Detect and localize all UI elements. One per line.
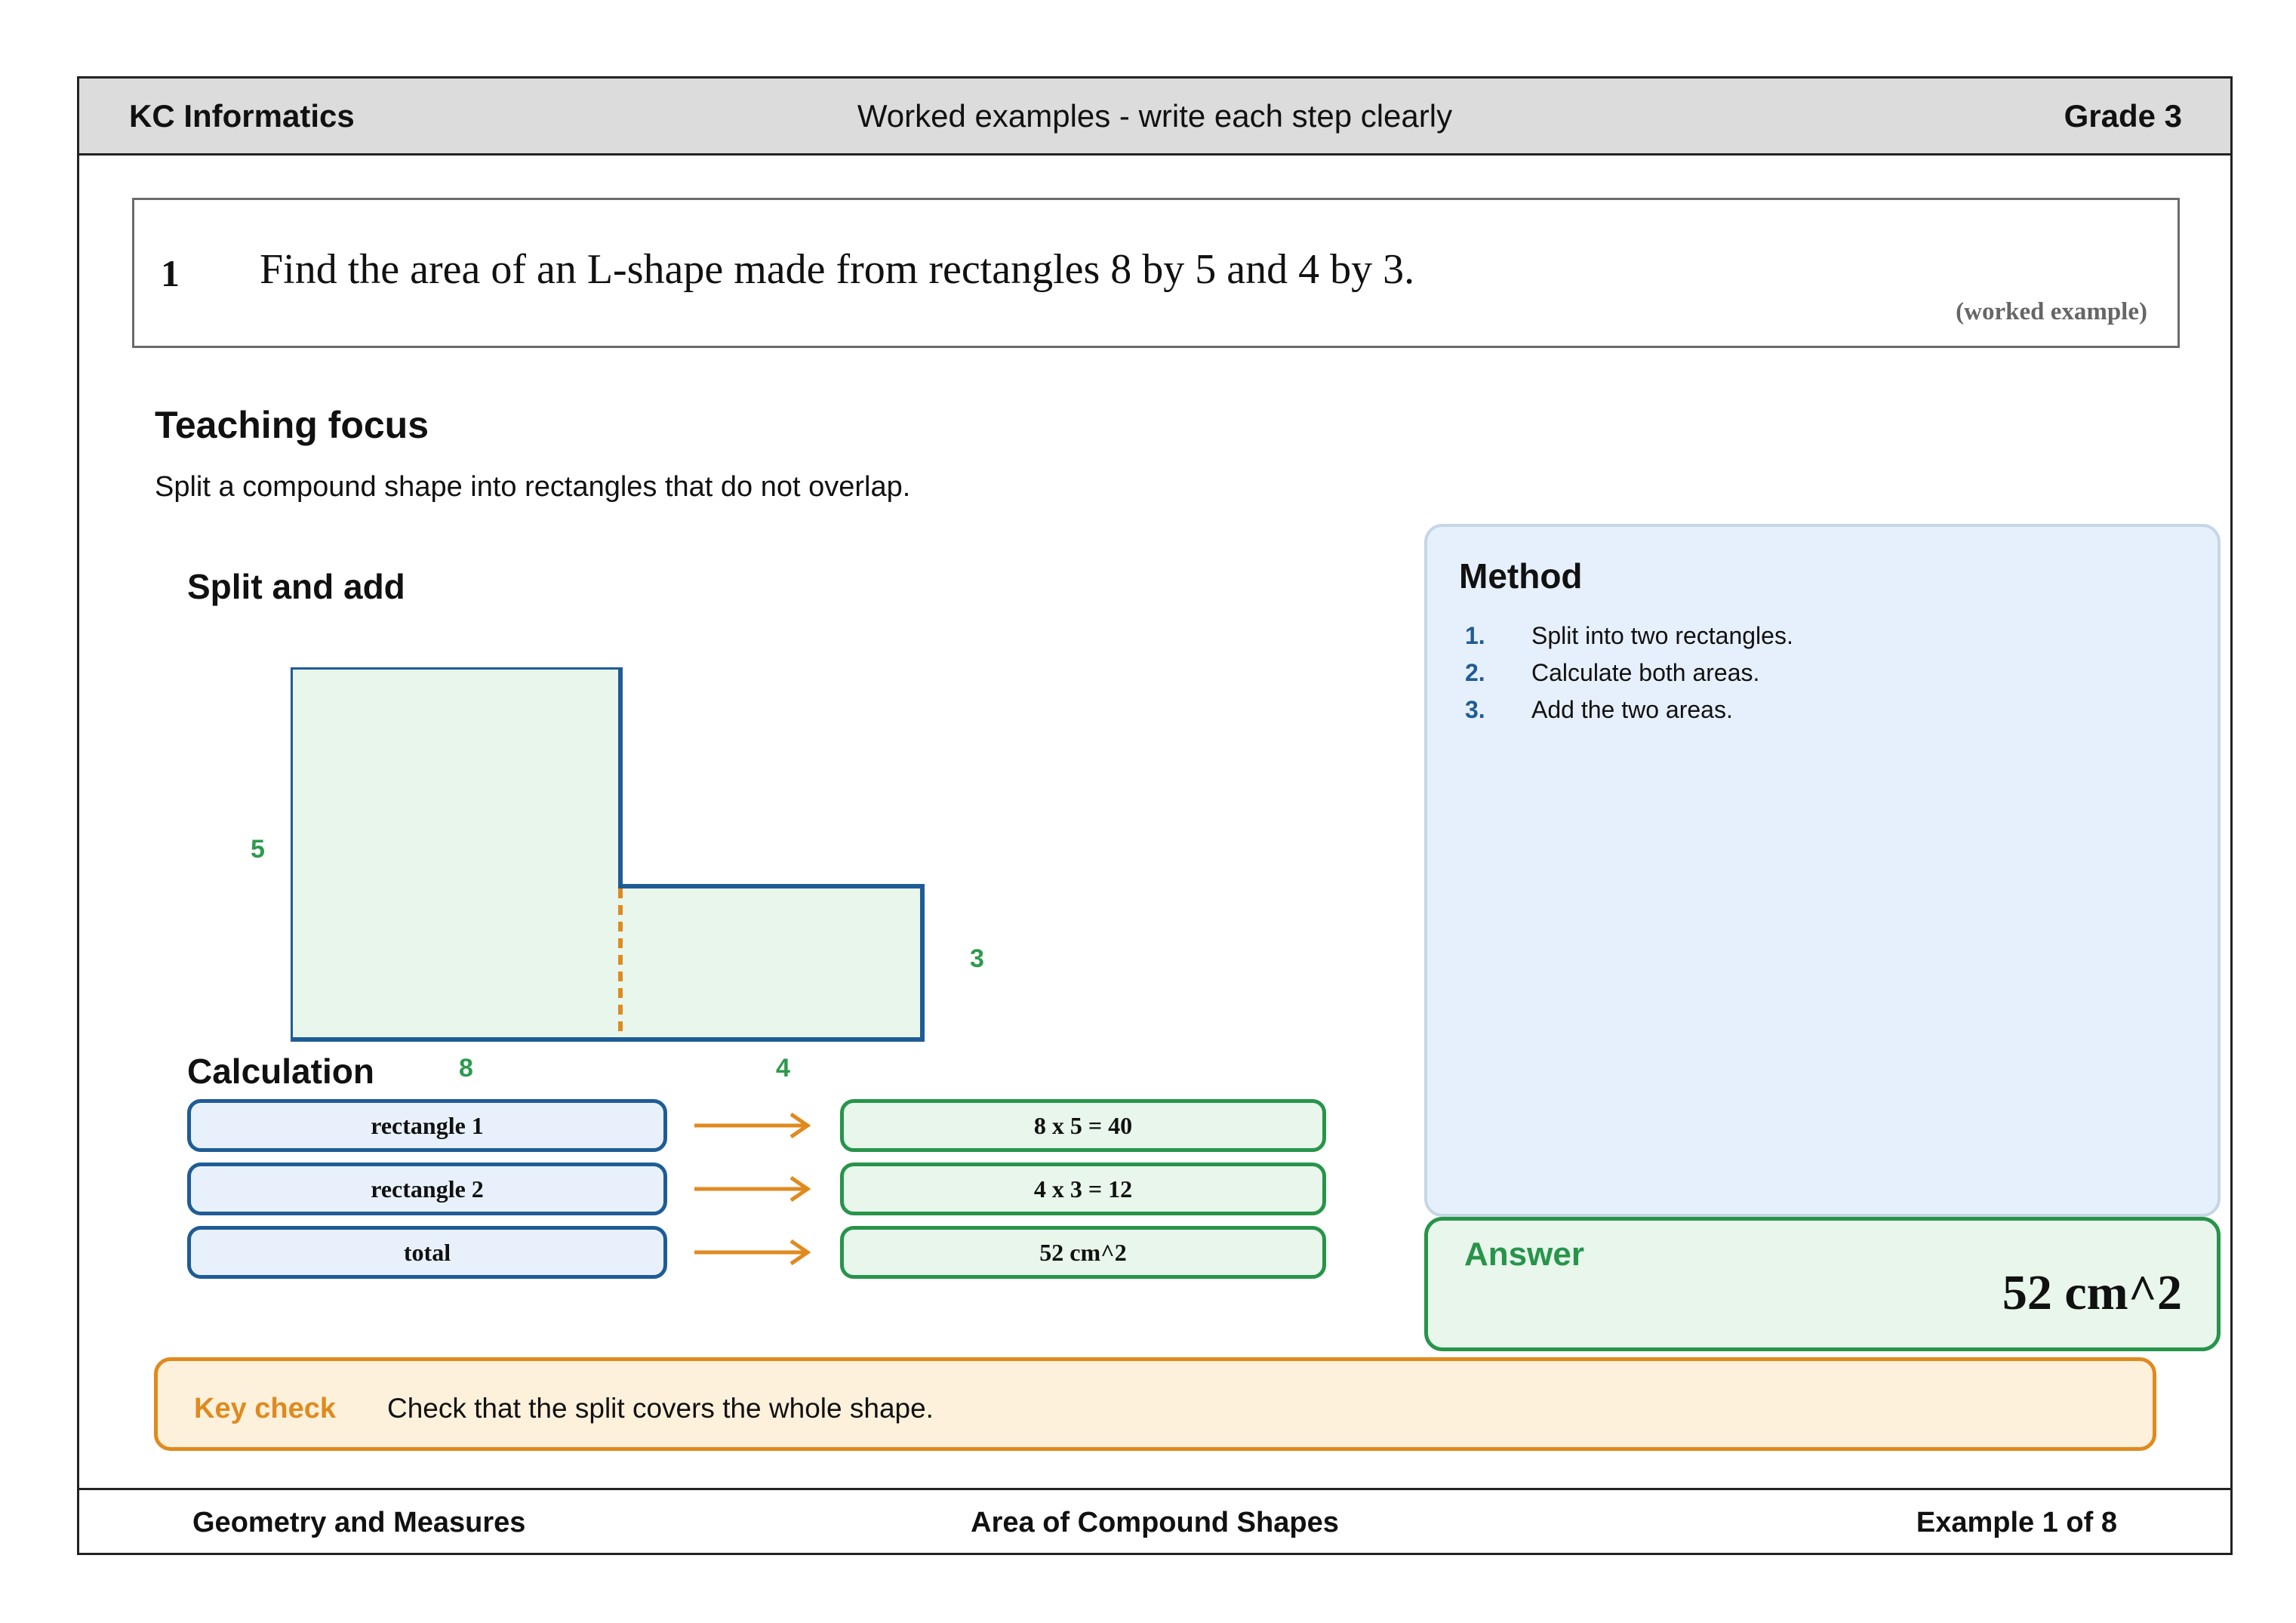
worked-example-tag: (worked example) xyxy=(1956,298,2147,325)
header-subtitle: Worked examples - write each step clearl… xyxy=(857,98,1453,134)
arrow-right-icon xyxy=(694,1239,811,1266)
footer-bar: Geometry and Measures Area of Compound S… xyxy=(79,1488,2230,1553)
calc-label-rectangle-1: rectangle 1 xyxy=(187,1099,667,1152)
answer-label: Answer xyxy=(1464,1236,1584,1273)
key-check-text: Check that the split covers the whole sh… xyxy=(387,1393,934,1424)
method-step: 2. Calculate both areas. xyxy=(1465,659,1793,696)
header-bar: KC Informatics Worked examples - write e… xyxy=(79,79,2230,156)
method-panel: Method 1. Split into two rectangles. 2. … xyxy=(1424,524,2221,1217)
footer-progress: Example 1 of 8 xyxy=(1916,1507,2117,1538)
question-number: 1 xyxy=(161,252,180,294)
calc-result-rectangle-1: 8 x 5 = 40 xyxy=(840,1099,1326,1152)
teaching-focus-text: Split a compound shape into rectangles t… xyxy=(155,471,911,503)
key-check-panel: Key check Check that the split covers th… xyxy=(154,1357,2156,1451)
footer-topic: Area of Compound Shapes xyxy=(971,1507,1339,1538)
method-title: Method xyxy=(1459,556,1583,596)
question-box: 1 Find the area of an L-shape made from … xyxy=(132,198,2180,348)
dimension-left-width: 8 xyxy=(459,1054,473,1083)
step-text: Calculate both areas. xyxy=(1531,659,1760,686)
step-number: 3. xyxy=(1465,696,1485,723)
question-text: Find the area of an L-shape made from re… xyxy=(260,246,1415,293)
calc-label-rectangle-2: rectangle 2 xyxy=(187,1163,667,1215)
calculation-title: Calculation xyxy=(187,1052,374,1091)
dimension-right-height: 3 xyxy=(970,944,984,973)
step-text: Split into two rectangles. xyxy=(1531,622,1793,649)
arrow-right-icon xyxy=(694,1112,811,1139)
method-step: 1. Split into two rectangles. xyxy=(1465,622,1793,659)
l-shape-diagram xyxy=(291,667,925,1042)
teaching-focus-title: Teaching focus xyxy=(155,404,429,446)
method-step: 3. Add the two areas. xyxy=(1465,696,1793,733)
worksheet-frame: KC Informatics Worked examples - write e… xyxy=(77,76,2233,1555)
step-text: Add the two areas. xyxy=(1531,696,1733,723)
dimension-right-width: 4 xyxy=(776,1054,790,1083)
l-shape-outline xyxy=(291,667,925,1042)
arrow-right-icon xyxy=(694,1175,811,1203)
calc-label-total: total xyxy=(187,1226,667,1279)
step-number: 1. xyxy=(1465,622,1485,649)
method-steps: 1. Split into two rectangles. 2. Calcula… xyxy=(1465,622,1793,733)
step-number: 2. xyxy=(1465,659,1485,686)
key-check-label: Key check xyxy=(194,1393,337,1424)
calc-result-rectangle-2: 4 x 3 = 12 xyxy=(840,1163,1326,1215)
split-and-add-title: Split and add xyxy=(187,567,405,606)
grade-label: Grade 3 xyxy=(2064,98,2182,134)
answer-panel: Answer 52 cm^2 xyxy=(1424,1217,2221,1351)
answer-value: 52 cm^2 xyxy=(2002,1265,2182,1320)
calc-result-total: 52 cm^2 xyxy=(840,1226,1326,1279)
dimension-left-height: 5 xyxy=(251,835,265,864)
